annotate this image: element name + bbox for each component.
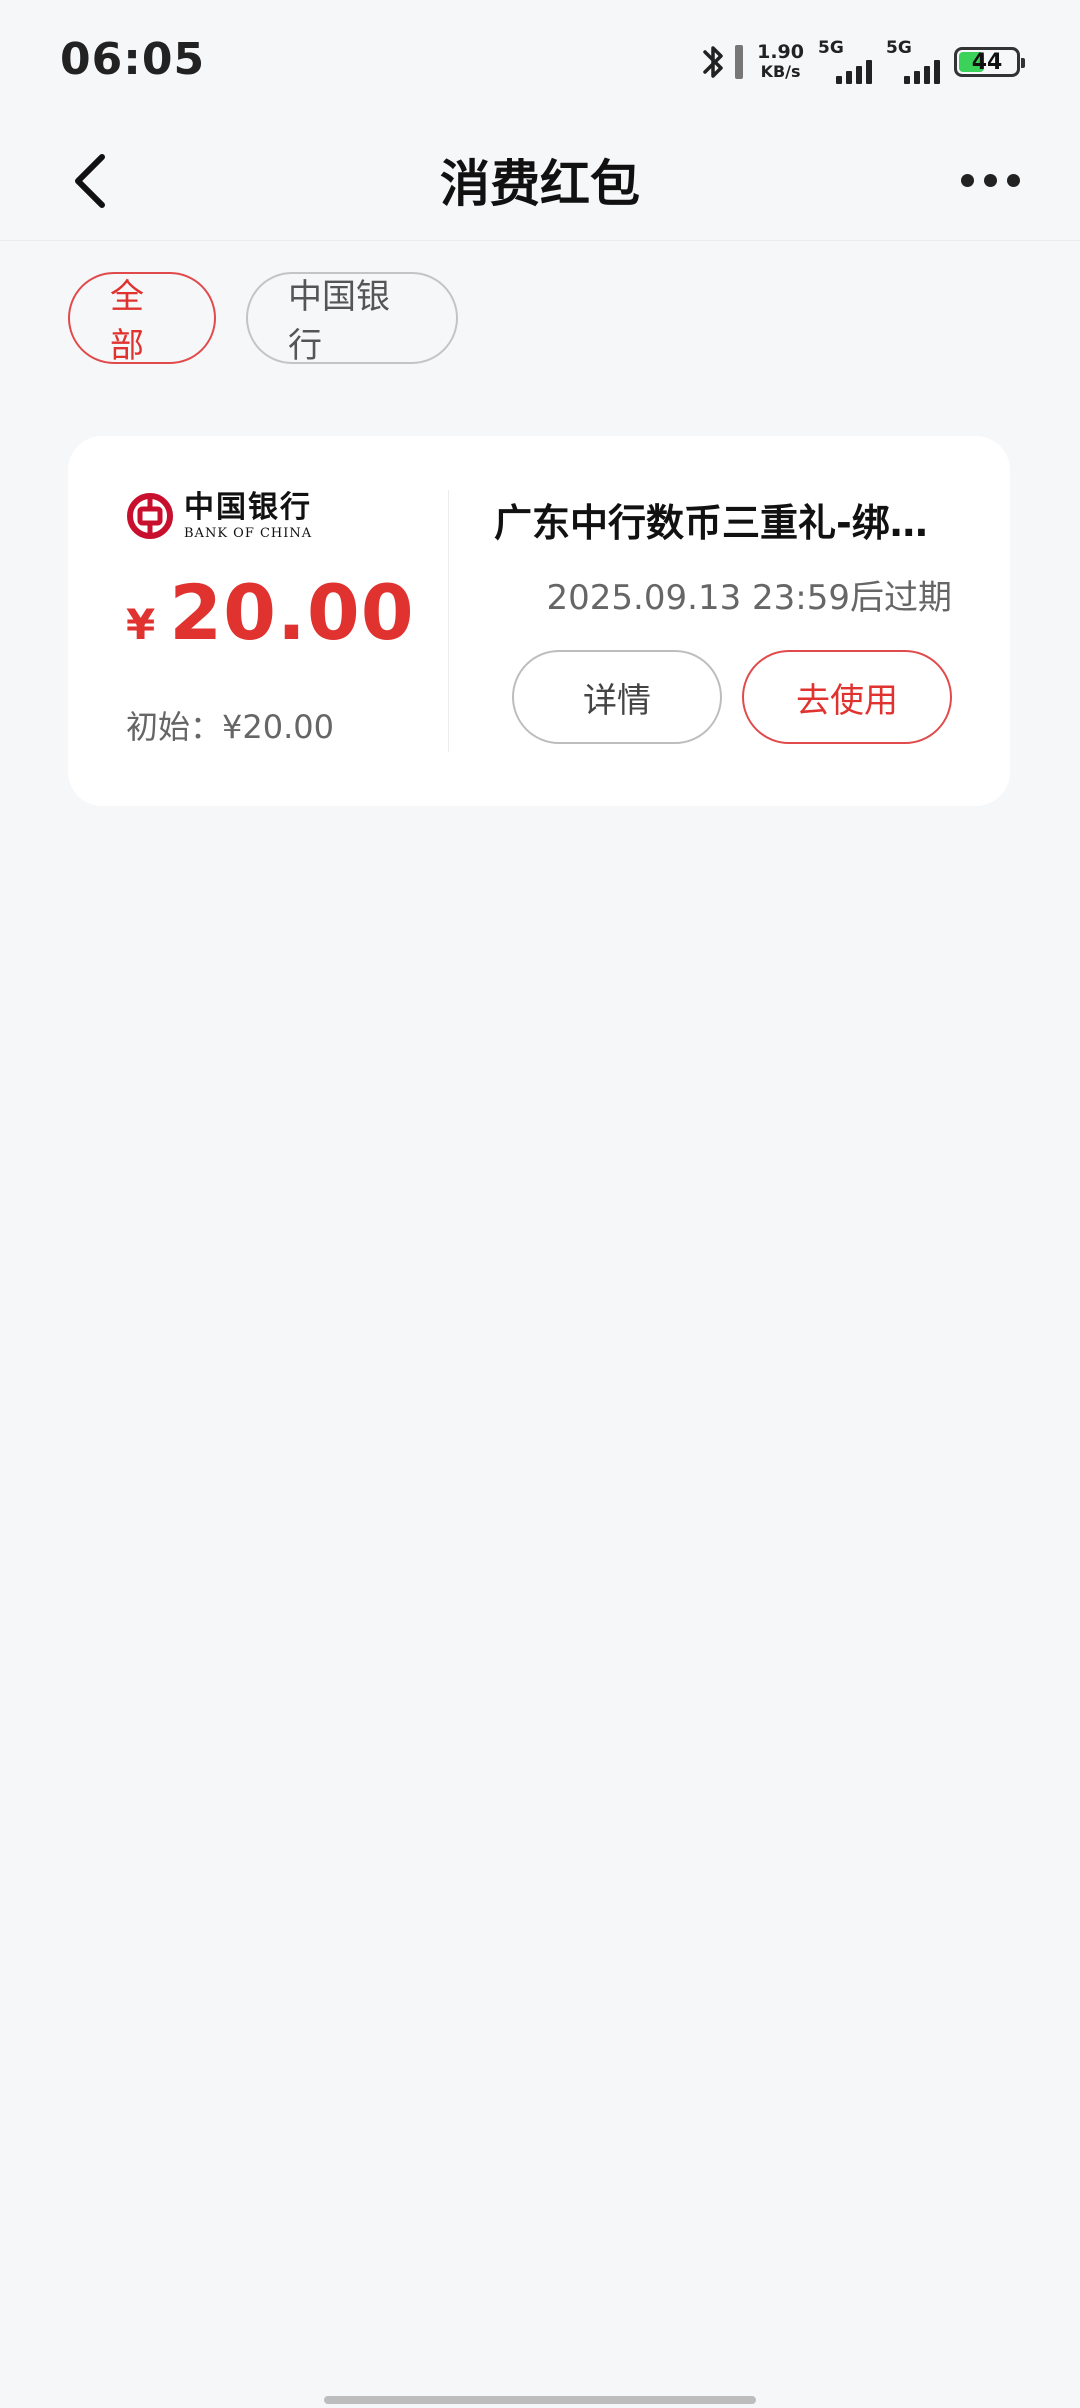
filter-chip-all[interactable]: 全部: [68, 272, 216, 366]
bt-bar-icon: [735, 45, 744, 79]
more-button[interactable]: [950, 150, 1030, 210]
network-speed: 1.90 KB/s: [757, 42, 804, 82]
status-time: 06:05: [60, 34, 206, 85]
coupon-amount: ¥ 20.00: [126, 568, 415, 657]
signal-2-bars-icon: [886, 60, 940, 84]
filter-chip-boc[interactable]: 中国银行: [246, 272, 458, 366]
battery-icon: 44: [954, 47, 1025, 77]
network-speed-unit: KB/s: [760, 62, 801, 81]
currency-symbol: ¥: [126, 600, 156, 649]
bank-name-en: BANK OF CHINA: [184, 525, 313, 541]
nav-bar: 消费红包: [0, 120, 1080, 241]
more-horizontal-icon: [960, 173, 974, 187]
battery-level: 44: [971, 49, 1003, 75]
bank-name-cn: 中国银行: [184, 489, 312, 525]
signal-2: 5G: [886, 38, 940, 84]
page-title: 消费红包: [440, 155, 640, 213]
coupon-card-left: 中国银行 BANK OF CHINA ¥ 20.00 初始：¥20.00: [68, 436, 448, 806]
coupon-card[interactable]: 中国银行 BANK OF CHINA ¥ 20.00 初始：¥20.00 广东中…: [68, 436, 1010, 806]
signal-2-label: 5G: [886, 38, 912, 58]
bank-of-china-logo-icon: [127, 493, 173, 539]
signal-1: 5G: [818, 38, 872, 84]
use-button[interactable]: 去使用: [742, 650, 952, 744]
bank-logo: 中国银行 BANK OF CHINA: [126, 492, 312, 540]
network-speed-value: 1.90: [757, 41, 804, 63]
filter-chips: 全部 中国银行: [68, 272, 458, 366]
initial-amount: 初始：¥20.00: [126, 708, 334, 746]
bluetooth-icon: [701, 42, 727, 82]
coupon-expire: 2025.09.13 23:59后过期: [546, 578, 952, 618]
coupon-title: 广东中行数币三重礼-绑…: [494, 501, 928, 545]
status-icons: 1.90 KB/s 5G 5G 44: [701, 38, 1025, 86]
card-divider: [448, 490, 449, 752]
status-bar: 06:05 1.90 KB/s 5G 5G 44: [0, 0, 1080, 120]
detail-button[interactable]: 详情: [512, 650, 722, 744]
signal-1-bars-icon: [818, 60, 872, 84]
home-indicator[interactable]: [324, 2396, 756, 2404]
amount-value: 20.00: [169, 568, 415, 657]
signal-1-label: 5G: [818, 38, 844, 58]
